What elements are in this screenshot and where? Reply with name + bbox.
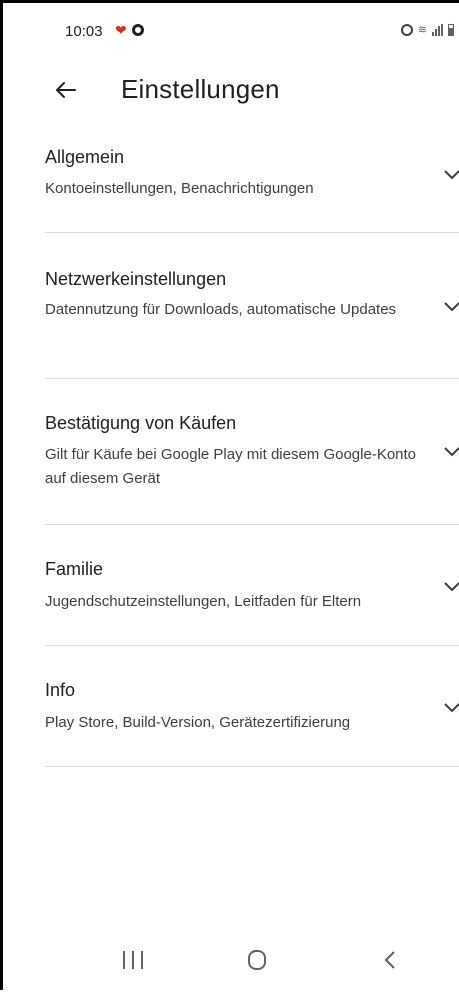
recent-apps-icon[interactable] bbox=[123, 951, 143, 971]
chevron-down-icon[interactable] bbox=[443, 581, 459, 593]
chevron-down-icon[interactable] bbox=[443, 446, 459, 458]
app-notification-icon bbox=[132, 24, 144, 36]
settings-item-kaufbestaetigung[interactable]: Bestätigung von Käufen Gilt für Käufe be… bbox=[3, 379, 459, 525]
settings-item-title: Allgemein bbox=[45, 147, 125, 167]
settings-item-subtitle: Jugendschutzeinstellungen, Leitfaden für… bbox=[45, 593, 362, 610]
status-bar: 10:03 ❤ ≋ bbox=[3, 3, 459, 63]
settings-item-info[interactable]: Info Play Store, Build-Version, Geräteze… bbox=[3, 646, 459, 766]
alarm-icon bbox=[400, 23, 413, 36]
screen-frame: 10:03 ❤ ≋ Einstellungen Allgemein Kontoe… bbox=[0, 0, 459, 990]
settings-item-title: Bestätigung von Käufen bbox=[45, 413, 237, 433]
divider bbox=[45, 766, 459, 767]
settings-item-subtitle: Play Store, Build-Version, Gerätezertifi… bbox=[45, 714, 351, 731]
heart-icon: ❤ bbox=[115, 22, 127, 38]
chevron-down-icon[interactable] bbox=[443, 301, 459, 313]
settings-item-netzwerkeinstellungen[interactable]: Netzwerkeinstellungen Datennutzung für D… bbox=[3, 233, 459, 379]
system-nav-bar bbox=[3, 943, 459, 993]
settings-item-subtitle: Datennutzung für Downloads, automatische… bbox=[45, 301, 397, 318]
battery-icon bbox=[448, 23, 454, 36]
chevron-down-icon[interactable] bbox=[443, 169, 459, 181]
chevron-down-icon[interactable] bbox=[443, 702, 459, 714]
settings-item-allgemein[interactable]: Allgemein Kontoeinstellungen, Benachrich… bbox=[3, 119, 459, 234]
settings-item-title: Info bbox=[45, 680, 76, 700]
settings-item-title: Netzwerkeinstellungen bbox=[45, 269, 227, 289]
back-button[interactable] bbox=[49, 73, 83, 107]
app-header: Einstellungen bbox=[3, 63, 459, 119]
settings-item-subtitle: Kontoeinstellungen, Benachrichtigungen bbox=[45, 180, 314, 197]
status-time: 10:03 bbox=[65, 23, 103, 40]
back-icon[interactable] bbox=[383, 949, 397, 971]
settings-item-title: Familie bbox=[45, 559, 104, 579]
signal-icon bbox=[432, 23, 443, 36]
settings-item-familie[interactable]: Familie Jugendschutzeinstellungen, Leitf… bbox=[3, 525, 459, 645]
status-icons: ≋ bbox=[400, 23, 454, 36]
settings-item-subtitle: Gilt für Käufe bei Google Play mit diese… bbox=[45, 446, 417, 487]
arrow-left-icon bbox=[56, 82, 76, 98]
wifi-icon: ≋ bbox=[417, 24, 427, 36]
home-icon[interactable] bbox=[248, 950, 266, 970]
page-title: Einstellungen bbox=[121, 74, 280, 104]
